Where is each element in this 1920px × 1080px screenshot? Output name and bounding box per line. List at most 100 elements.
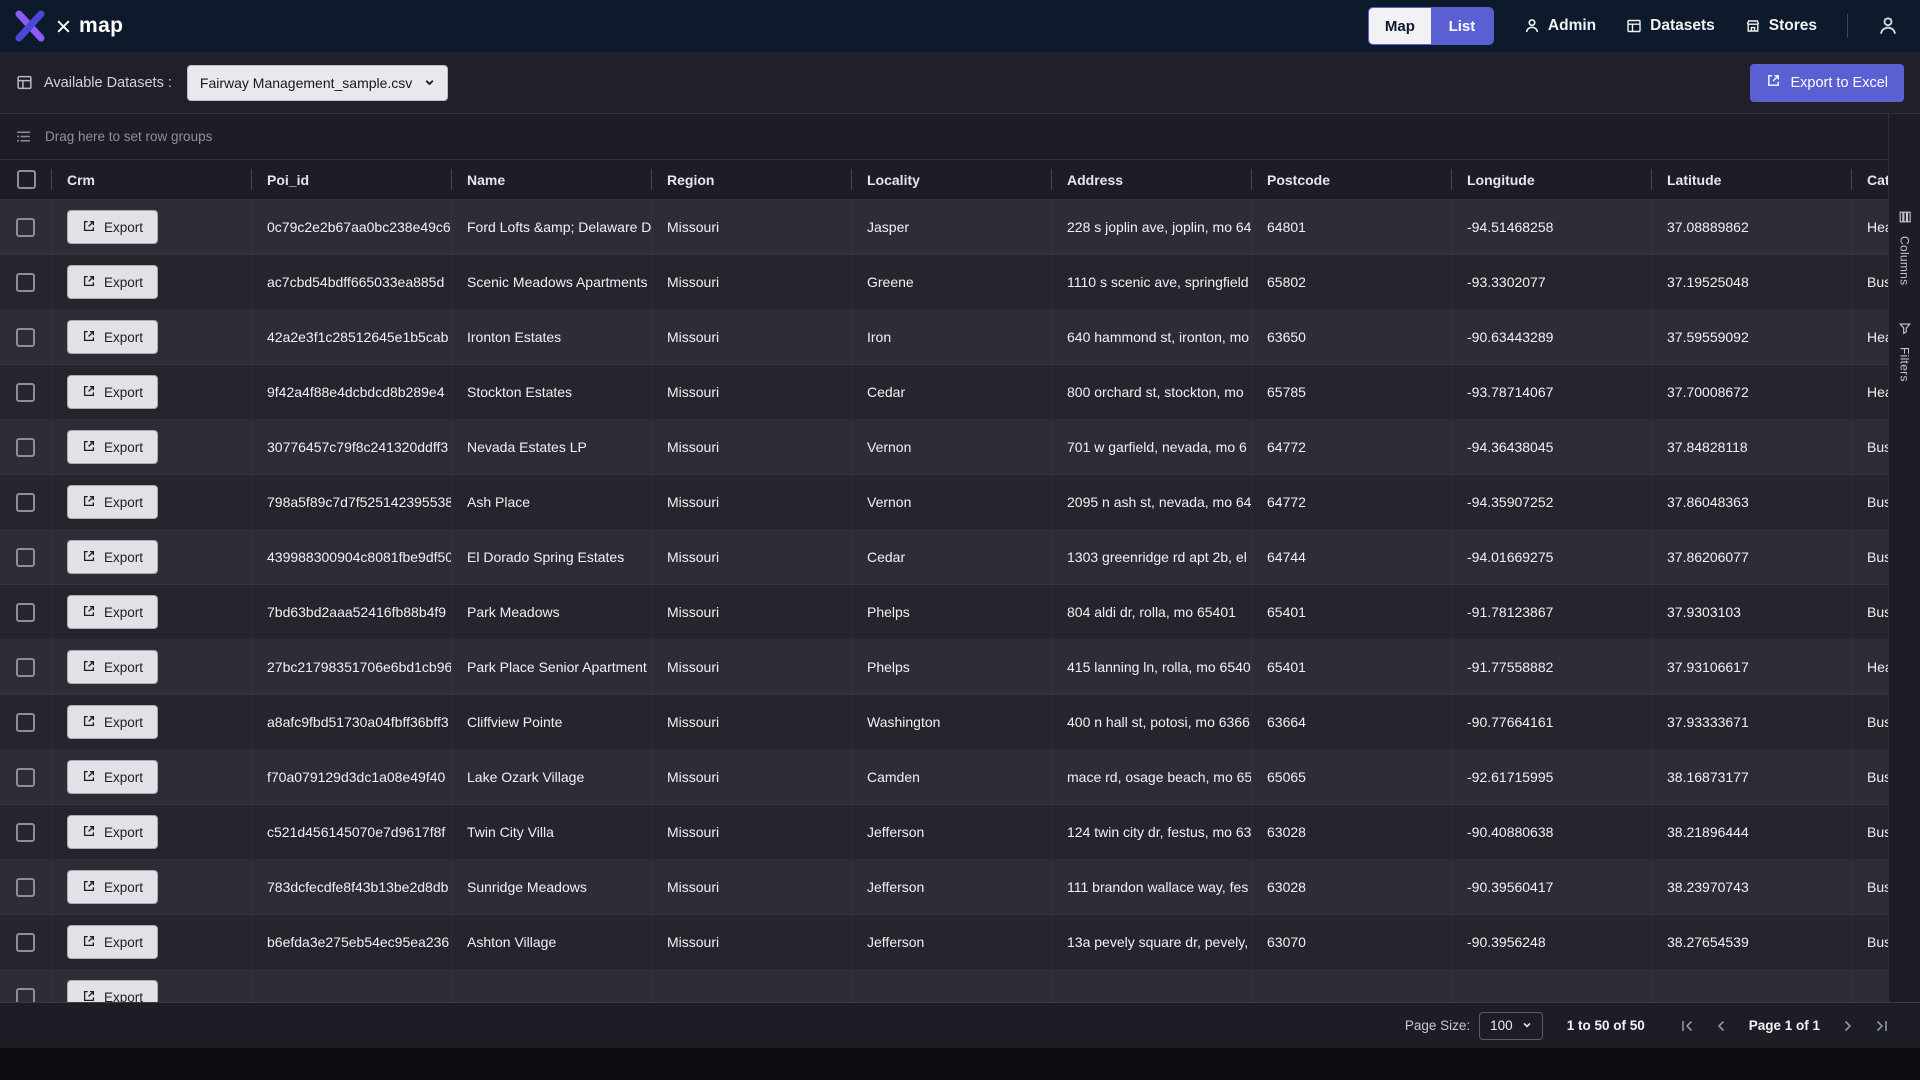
columns-tab[interactable]: Columns — [1898, 210, 1912, 285]
user-icon[interactable] — [1878, 16, 1898, 36]
cell-address: 1303 greenridge rd apt 2b, el — [1052, 530, 1252, 584]
row-checkbox[interactable] — [16, 602, 35, 622]
nav-stores[interactable]: Stores — [1745, 17, 1817, 35]
next-page-button[interactable] — [1838, 1016, 1858, 1036]
row-export-button[interactable]: Export — [67, 265, 159, 299]
row-export-button[interactable]: Export — [67, 925, 159, 959]
column-header-postcode[interactable]: Postcode — [1252, 160, 1452, 199]
row-checkbox[interactable] — [16, 437, 35, 457]
row-checkbox[interactable] — [16, 932, 35, 952]
row-checkbox[interactable] — [16, 712, 35, 732]
filters-tab[interactable]: Filters — [1898, 321, 1912, 382]
export-icon — [1766, 73, 1781, 92]
page-size-select[interactable]: 100 — [1479, 1011, 1543, 1040]
cell-latitude: 38.27654539 — [1652, 915, 1852, 969]
cell-postcode: 63028 — [1252, 805, 1452, 859]
map-view-button[interactable]: Map — [1368, 8, 1431, 44]
cell-address: 1110 s scenic ave, springfield — [1052, 255, 1252, 309]
row-export-button[interactable]: Export — [67, 320, 159, 354]
table-row: Export f70a079129d3dc1a08e49f40 Lake Ozark… — [0, 750, 1888, 805]
available-datasets-label: Available Datasets : — [44, 74, 172, 91]
row-export-button[interactable]: Export — [67, 870, 159, 904]
cell-latitude: 38.21896444 — [1652, 805, 1852, 859]
cell-longitude: -94.01669275 — [1452, 530, 1652, 584]
crm-cell: Export — [52, 530, 252, 584]
nav-admin[interactable]: Admin — [1524, 17, 1596, 35]
row-checkbox[interactable] — [16, 217, 35, 237]
column-header-category[interactable]: Cat — [1852, 160, 1888, 199]
row-export-label: Export — [104, 604, 144, 620]
row-checkbox[interactable] — [16, 492, 35, 512]
row-range: 1 to 50 of 50 — [1566, 1018, 1645, 1033]
row-select-cell — [0, 585, 52, 639]
row-export-button[interactable]: Export — [67, 595, 159, 629]
row-export-button[interactable]: Export — [67, 375, 159, 409]
row-export-button[interactable]: Export — [67, 485, 159, 519]
cell-name: Park Place Senior Apartment — [452, 640, 652, 694]
column-header-latitude[interactable]: Latitude — [1652, 160, 1852, 199]
row-checkbox[interactable] — [16, 822, 35, 842]
cell-region: Missouri — [652, 640, 852, 694]
cell-address: 228 s joplin ave, joplin, mo 64 — [1052, 200, 1252, 254]
previous-page-button[interactable] — [1711, 1016, 1731, 1036]
app-root: map Map List Admin Datasets Stores Avail… — [0, 0, 1920, 1080]
row-export-label: Export — [104, 219, 144, 235]
column-header-address[interactable]: Address — [1052, 160, 1252, 199]
top-navbar: map Map List Admin Datasets Stores — [0, 0, 1920, 52]
export-to-excel-button[interactable]: Export to Excel — [1750, 63, 1904, 102]
cell-postcode: 64772 — [1252, 420, 1452, 474]
first-page-button[interactable] — [1677, 1016, 1697, 1036]
row-checkbox[interactable] — [16, 987, 35, 1002]
page-indicator: Page 1 of 1 — [1748, 1018, 1820, 1033]
dataset-select[interactable]: Fairway Management_sample.csv — [186, 64, 449, 101]
brand[interactable]: map — [12, 8, 123, 44]
row-checkbox[interactable] — [16, 547, 35, 567]
cell-locality: Cedar — [852, 365, 1052, 419]
column-header-name[interactable]: Name — [452, 160, 652, 199]
list-view-button[interactable]: List — [1430, 8, 1493, 44]
column-header-poi-id[interactable]: Poi_id — [252, 160, 452, 199]
row-checkbox[interactable] — [16, 877, 35, 897]
cell-address: 415 lanning ln, rolla, mo 6540 — [1052, 640, 1252, 694]
column-header-region[interactable]: Region — [652, 160, 852, 199]
page-controls: Page 1 of 1 — [1677, 1016, 1892, 1036]
last-page-button[interactable] — [1872, 1016, 1892, 1036]
cell-region: Missouri — [652, 255, 852, 309]
cell-address: 804 aldi dr, rolla, mo 65401 — [1052, 585, 1252, 639]
cell-latitude: 37.84828118 — [1652, 420, 1852, 474]
select-all-checkbox[interactable] — [16, 170, 36, 189]
crm-cell: Export — [52, 860, 252, 914]
row-checkbox[interactable] — [16, 272, 35, 292]
row-select-cell — [0, 365, 52, 419]
row-checkbox[interactable] — [16, 382, 35, 402]
column-header-longitude[interactable]: Longitude — [1452, 160, 1652, 199]
row-checkbox[interactable] — [16, 767, 35, 787]
cell-name: Stockton Estates — [452, 365, 652, 419]
row-export-button[interactable]: Export — [67, 705, 159, 739]
cell-postcode: 64744 — [1252, 530, 1452, 584]
nav-datasets[interactable]: Datasets — [1626, 17, 1715, 35]
row-export-button[interactable]: Export — [67, 815, 159, 849]
cell-locality: Greene — [852, 255, 1052, 309]
cell-category — [1852, 970, 1888, 1002]
column-header-crm[interactable]: Crm — [52, 160, 252, 199]
row-checkbox[interactable] — [16, 657, 35, 677]
row-group-hint: Drag here to set row groups — [45, 129, 213, 144]
cell-locality: Phelps — [852, 640, 1052, 694]
row-export-button[interactable]: Export — [67, 430, 159, 464]
row-export-button[interactable]: Export — [67, 210, 159, 244]
row-group-panel[interactable]: Drag here to set row groups — [0, 114, 1888, 160]
row-checkbox[interactable] — [16, 327, 35, 347]
row-export-button[interactable]: Export — [67, 980, 159, 1002]
row-export-button[interactable]: Export — [67, 760, 159, 794]
column-header-locality[interactable]: Locality — [852, 160, 1052, 199]
table-header: Crm Poi_id Name Region Locality Address … — [0, 160, 1888, 200]
cell-region — [652, 970, 852, 1002]
export-icon — [82, 494, 96, 511]
row-export-button[interactable]: Export — [67, 540, 159, 574]
grid-top: Drag here to set row groups Crm Poi_id N… — [0, 114, 1920, 1002]
cell-name: Park Meadows — [452, 585, 652, 639]
row-export-label: Export — [104, 714, 144, 730]
cell-category: Hea — [1852, 200, 1888, 254]
row-export-button[interactable]: Export — [67, 650, 159, 684]
